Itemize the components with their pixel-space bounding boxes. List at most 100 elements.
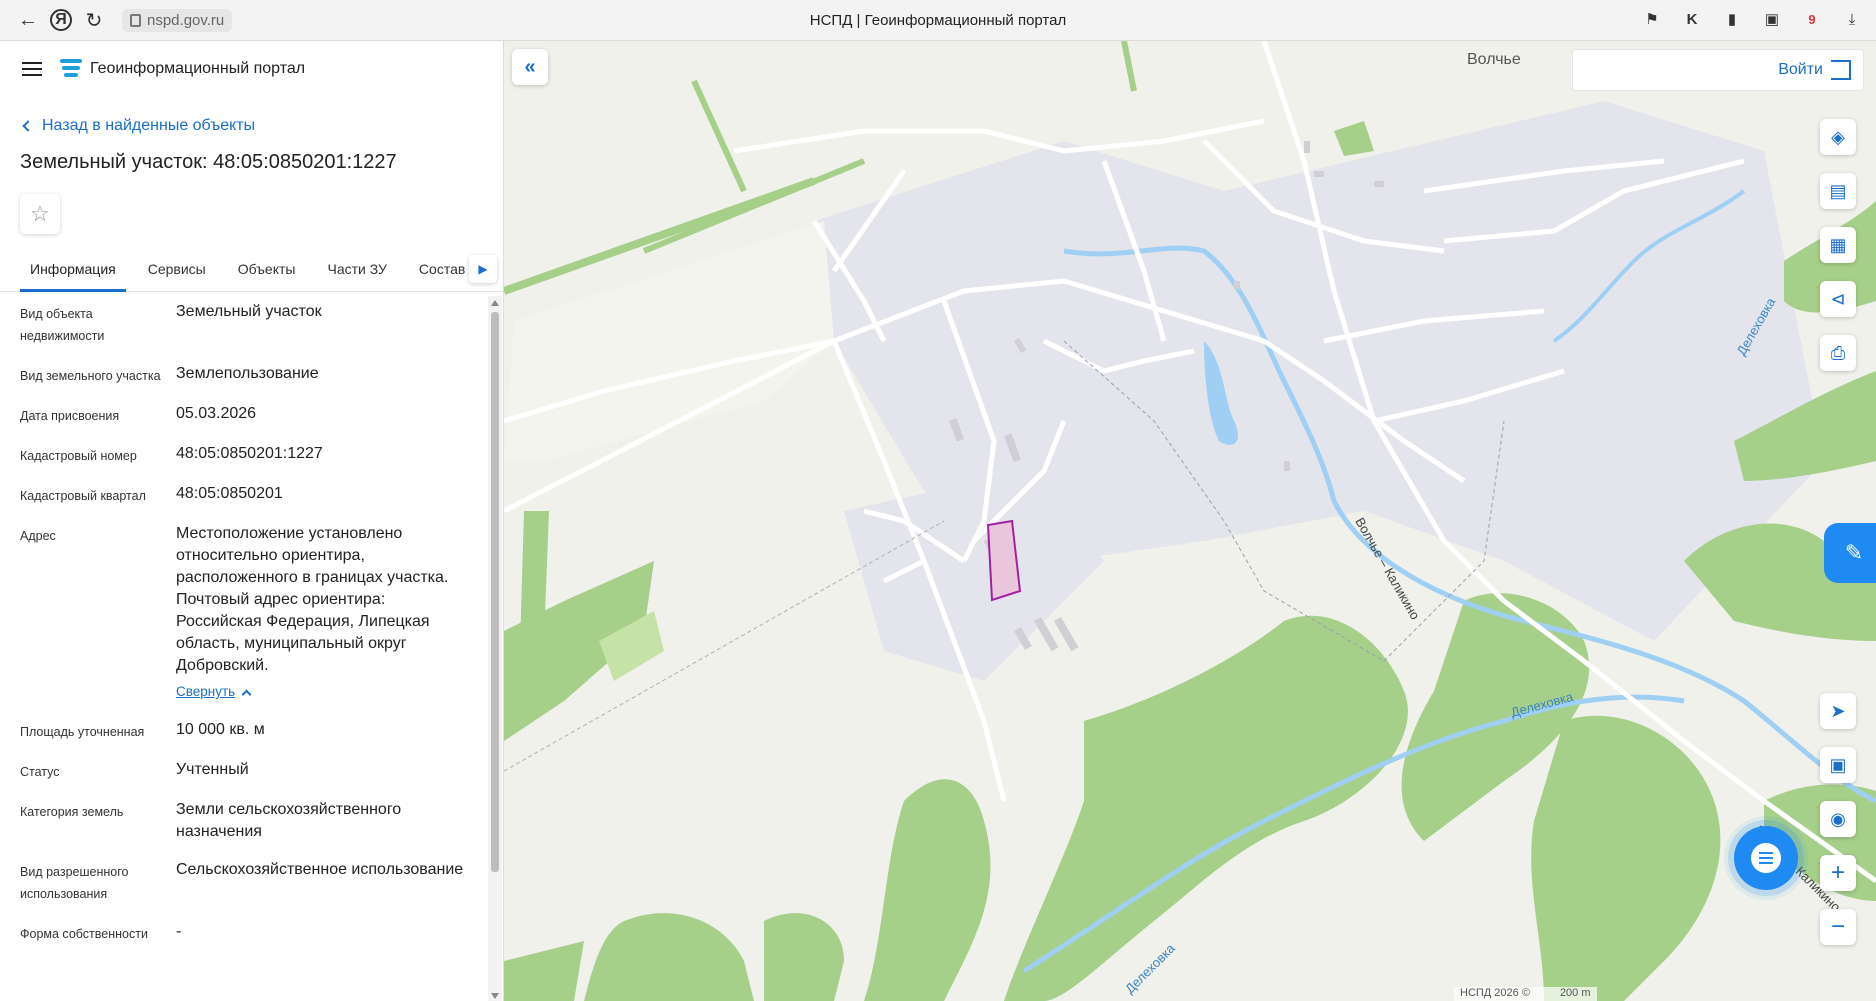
portal-title: Геоинформационный портал [90,60,306,77]
extension-badge-icon[interactable]: 9 [1800,7,1824,31]
chat-icon [1751,843,1781,873]
field-value: Сельскохозяйственное использование [176,861,464,878]
print-button[interactable]: ⎙ [1820,335,1856,371]
map-extension-icon[interactable]: ▣ [1760,7,1784,31]
field-value: Местоположение установлено относительно … [176,525,449,674]
address-bar[interactable]: nspd.gov.ru [122,8,233,32]
back-arrow-icon[interactable]: ← [14,6,42,34]
portal-logo[interactable]: Геоинформационный портал [60,59,305,79]
tab-parcel-parts[interactable]: Части ЗУ [317,250,396,292]
address-block: Местоположение установлено относительно … [176,523,466,703]
field-label: Статус [20,765,60,779]
layers-button[interactable]: ◈ [1820,119,1856,155]
chat-button[interactable] [1734,826,1798,890]
field-label: Адрес [20,529,56,543]
area-select-button[interactable]: ▦ [1820,227,1856,263]
share-icon: ⊲ [1830,288,1846,309]
field-label: Вид земельного участка [20,369,161,383]
login-button[interactable]: Войти [1572,49,1864,91]
forest-area [1531,715,1721,1001]
building [1314,171,1324,177]
back-link-label: Назад в найденные объекты [42,117,256,134]
tab-title: НСПД | Геоинформационный портал [809,12,1067,29]
tree-belt [691,79,747,193]
map-canvas[interactable] [504,41,1876,1001]
double-chevron-left-icon: « [524,55,536,78]
geolocation-button[interactable]: ◉ [1820,801,1856,837]
scale-label: 200 m [1559,987,1591,999]
map-view[interactable]: Волчье Волчье – Каликино Волчье – Калики… [504,41,1876,1001]
layers-icon: ◈ [1831,126,1845,147]
field-value[interactable]: 48:05:0850201:1227 [176,443,466,467]
info-row-ownership: Форма собственности - [0,921,486,945]
collapse-panel-button[interactable]: « [512,49,548,85]
tab-bar: Информация Сервисы Объекты Части ЗУ Сост… [0,250,503,292]
info-list: Вид объекта недвижимости Земельный участ… [0,301,486,1001]
field-value: Землепользование [176,365,319,382]
field-value: Земли сельскохозяйственного назначения [176,801,402,840]
yandex-icon[interactable]: Я [50,9,72,31]
field-label: Площадь уточненная [20,725,145,739]
login-label: Войти [1778,61,1823,78]
portal-logo-icon [60,59,82,79]
star-icon: ☆ [30,201,50,226]
map-footer: НСПД 2026 © 200 m [1454,987,1597,1001]
bookmark-icon[interactable]: ⚑ [1640,7,1664,31]
field-label: Кадастровый квартал [20,489,146,503]
page-title: Земельный участок: 48:05:0850201:1227 [20,151,397,173]
field-label: Категория земель [20,805,124,819]
assistant-icon: ✎ [1844,540,1864,565]
area-select-icon: ▦ [1829,234,1847,255]
field-label: Вид разрешенного использования [20,865,129,901]
zoom-out-button[interactable]: − [1820,909,1856,945]
favorite-button[interactable]: ☆ [20,194,60,234]
info-row-cadastral-quarter: Кадастровый квартал 48:05:0850201 [0,483,486,507]
scroll-up-icon[interactable] [491,300,499,306]
building [1234,281,1240,289]
forest-area [504,941,584,1001]
scrollbar-thumb[interactable] [491,312,499,872]
share-button[interactable]: ⊲ [1820,281,1856,317]
forest-area [864,779,991,1001]
tab-services[interactable]: Сервисы [138,250,216,292]
back-to-results-link[interactable]: Назад в найденные объекты [22,117,503,135]
tab-composition[interactable]: Состав [409,250,475,292]
field-label: Дата присвоения [20,409,120,423]
ruler-button[interactable]: ▤ [1820,173,1856,209]
field-value[interactable]: 48:05:0850201 [176,483,466,507]
panel-header: Геоинформационный портал [0,41,503,97]
kaspersky-icon[interactable]: K [1680,7,1704,31]
info-row-object-type: Вид объекта недвижимости Земельный участ… [0,301,486,347]
collapse-address-link[interactable]: Свернуть [176,681,252,703]
zoom-in-button[interactable]: + [1820,855,1856,891]
url-text: nspd.gov.ru [147,11,225,29]
panel-scrollbar[interactable] [488,296,502,1001]
browser-toolbar: ← Я ↻ nspd.gov.ru НСПД | Геоинформационн… [0,0,1876,41]
info-row-land-kind: Вид земельного участка Землепользование [0,363,486,387]
scroll-down-icon[interactable] [491,993,499,999]
building [1304,141,1310,153]
navigation-arrow-icon: ➤ [1830,700,1846,721]
field-value: Учтенный [176,761,249,778]
tab-information[interactable]: Информация [20,250,126,292]
field-value: 10 000 кв. м [176,721,265,738]
download-icon[interactable]: ⤓ [1840,7,1864,31]
assistant-widget[interactable]: ✎ [1824,523,1876,583]
tab-objects[interactable]: Объекты [228,250,306,292]
info-row-category: Категория земель Земли сельскохозяйствен… [0,799,486,843]
forest-area [764,913,844,1001]
locate-button[interactable]: ➤ [1820,693,1856,729]
tabs-scroll-right-button[interactable]: ▶ [469,255,497,283]
minimap-button[interactable]: ▣ [1820,747,1856,783]
minimap-icon: ▣ [1829,754,1847,775]
field-value: Земельный участок [176,303,322,320]
chevron-left-icon [22,120,34,132]
login-icon [1831,60,1851,80]
menu-icon[interactable] [22,62,42,76]
ruler-icon: ▤ [1829,180,1847,201]
info-panel: Геоинформационный портал Назад в найденн… [0,41,504,1001]
info-row-status: Статус Учтенный [0,759,486,783]
info-row-permitted-use: Вид разрешенного использования Сельскохо… [0,859,486,905]
reload-icon[interactable]: ↻ [80,6,108,34]
hat-icon[interactable]: ▮ [1720,7,1744,31]
